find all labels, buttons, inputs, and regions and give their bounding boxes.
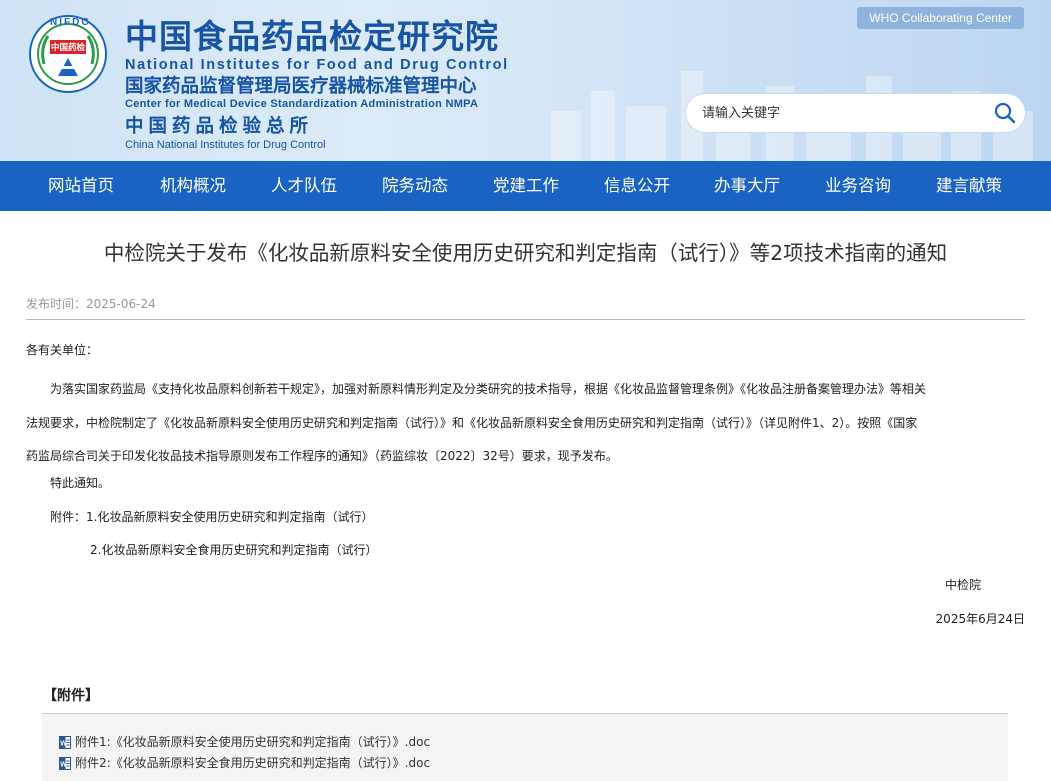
search-box <box>686 94 1025 132</box>
doc-file-icon: W <box>59 735 71 749</box>
logo-text-top: NIFDC <box>50 17 91 28</box>
attachment-link-2[interactable]: W 附件2:《化妆品新原料安全食用历史研究和判定指南（试行）》.doc <box>59 753 430 773</box>
nav-item-talent[interactable]: 人才队伍 <box>271 161 337 211</box>
sign-date: 2025年6月24日 <box>935 612 1025 626</box>
publish-meta: 发布时间：2025-06-24 <box>26 295 156 313</box>
logo-text-center: 中国药检 <box>51 43 86 53</box>
paragraph-line: 为落实国家药监局《支持化妆品原料创新若干规定》，加强对新原料情形判定及分类研究的… <box>50 382 927 396</box>
publish-label: 发布时间： <box>26 297 87 311</box>
attachments-heading: 【附件】 <box>43 688 99 704</box>
site-header: NIFDC 中国药检 中国食品药品检定研究院 National Institut… <box>0 0 1051 161</box>
paragraph-line: 法规要求，中检院制定了《化妆品新原料安全使用历史研究和判定指南（试行）》和《化妆… <box>26 415 918 430</box>
sub-institution-en: Center for Medical Device Standardizatio… <box>125 98 479 110</box>
who-collaborating-badge[interactable]: WHO Collaborating Center <box>857 7 1024 29</box>
nav-item-services[interactable]: 办事大厅 <box>714 161 780 211</box>
nav-item-party[interactable]: 党建工作 <box>493 161 559 211</box>
sub-institution-cn: 国家药品监督管理局医疗器械标准管理中心 <box>125 76 477 97</box>
attachment-list-line-1: 附件：1.化妆品新原料安全使用历史研究和判定指南（试行） <box>50 510 374 524</box>
institution-name-cn: 中国食品药品检定研究院 <box>125 17 499 56</box>
nav-item-about[interactable]: 机构概况 <box>160 161 226 211</box>
attachment-list-line-2: 2.化妆品新原料安全食用历史研究和判定指南（试行） <box>90 543 378 557</box>
publish-date: 2025-06-24 <box>86 297 156 311</box>
paragraph-line: 药监局综合司关于印发化妆品技术指导原则发布工作程序的通知》（药监综妆〔2022〕… <box>26 449 618 463</box>
svg-text:W: W <box>60 761 67 768</box>
doc-file-icon: W <box>59 756 71 770</box>
main-nav: 网站首页 机构概况 人才队伍 院务动态 党建工作 信息公开 办事大厅 业务咨询 … <box>0 161 1051 211</box>
nav-item-consulting[interactable]: 业务咨询 <box>825 161 891 211</box>
title-divider <box>26 319 1025 320</box>
nav-item-home[interactable]: 网站首页 <box>48 161 114 211</box>
search-icon[interactable] <box>993 101 1017 125</box>
signature: 中检院 <box>944 578 981 592</box>
institution-name-block: 中国食品药品检定研究院 National Institutes for Food… <box>125 18 509 152</box>
attachment-link-1[interactable]: W 附件1:《化妆品新原料安全使用历史研究和判定指南（试行）》.doc <box>59 732 430 752</box>
special-notice: 特此通知。 <box>50 476 111 490</box>
institution-name-en: National Institutes for Food and Drug Co… <box>125 57 509 73</box>
nifdc-logo[interactable]: NIFDC 中国药检 <box>28 14 108 94</box>
nav-item-suggestions[interactable]: 建言献策 <box>936 161 1002 211</box>
third-institution-cn: 中国药品检验总所 <box>125 116 314 137</box>
article-paragraph: 为落实国家药监局《支持化妆品原料创新若干规定》，加强对新原料情形判定及分类研究的… <box>26 373 1018 474</box>
article-title: 中检院关于发布《化妆品新原料安全使用历史研究和判定指南（试行）》等2项技术指南的… <box>103 241 948 265</box>
nav-item-disclosure[interactable]: 信息公开 <box>604 161 670 211</box>
third-institution-en: China National Institutes for Drug Contr… <box>125 139 326 151</box>
attachment-label-2: 附件2:《化妆品新原料安全食用历史研究和判定指南（试行）》.doc <box>75 756 431 770</box>
attachments-box: W 附件1:《化妆品新原料安全使用历史研究和判定指南（试行）》.doc W 附件… <box>42 713 1008 781</box>
svg-text:W: W <box>60 740 67 747</box>
nav-item-news[interactable]: 院务动态 <box>382 161 448 211</box>
salutation: 各有关单位： <box>26 343 99 357</box>
search-input[interactable] <box>702 94 982 132</box>
attachment-label-1: 附件1:《化妆品新原料安全使用历史研究和判定指南（试行）》.doc <box>75 735 431 749</box>
